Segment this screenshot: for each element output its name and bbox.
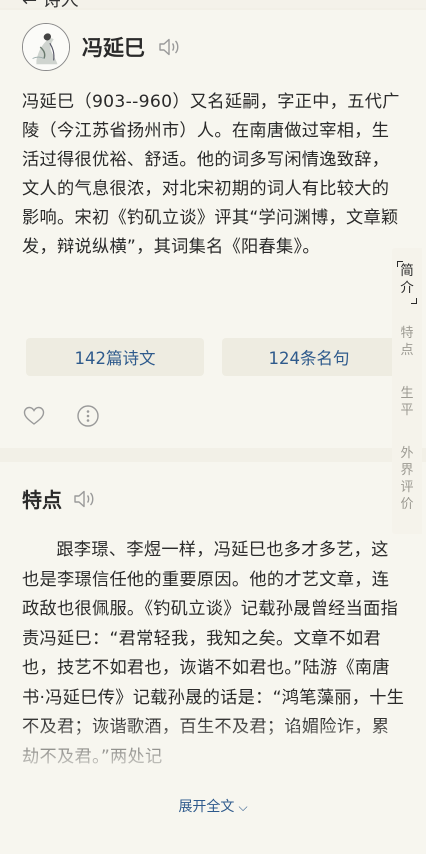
chevron-down-icon: ⌵ (238, 800, 248, 814)
author-actions (22, 404, 100, 428)
features-section-header: 特点 (22, 484, 96, 513)
side-nav-item-life[interactable]: 生平 (392, 385, 422, 419)
side-nav-label: 生平 (400, 386, 414, 418)
section-side-nav: 简介 特点 生平 外界评价 (392, 248, 422, 534)
more-icon[interactable] (76, 404, 100, 428)
expand-full-text-button[interactable]: 展开全文 ⌵ (0, 796, 426, 816)
expand-label: 展开全文 (178, 799, 235, 815)
active-bracket (411, 298, 417, 304)
top-bar-partial: ← 诗人 (0, 0, 426, 11)
heart-icon[interactable] (22, 404, 46, 428)
author-name: 冯延巳 (82, 36, 145, 60)
side-nav-label: 简介 (400, 263, 414, 296)
poems-count-button[interactable]: 142篇诗文 (26, 338, 204, 376)
side-nav-label: 特点 (400, 326, 414, 358)
author-avatar[interactable] (22, 23, 70, 71)
text-fade-overlay (0, 716, 426, 796)
author-bio: 冯延巳（903--960）又名延嗣，字正中，五代广陵（今江苏省扬州市）人。在南唐… (22, 92, 400, 257)
features-title: 特点 (22, 488, 62, 512)
side-nav-item-features[interactable]: 特点 (392, 325, 422, 359)
side-nav-label: 外界评价 (400, 446, 414, 512)
speaker-icon[interactable] (157, 36, 181, 58)
quotes-count-button[interactable]: 124条名句 (222, 338, 396, 376)
speaker-icon[interactable] (72, 488, 96, 510)
author-header: 冯延巳 (22, 22, 181, 72)
side-nav-item-intro[interactable]: 简介 (392, 263, 422, 297)
side-nav-item-reviews[interactable]: 外界评价 (392, 445, 422, 513)
